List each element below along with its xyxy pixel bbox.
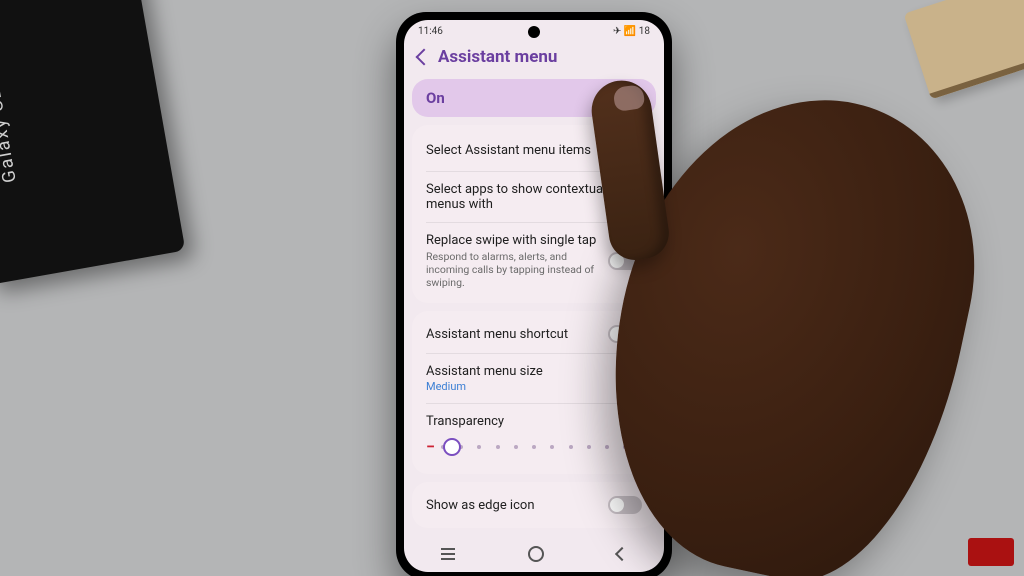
watermark-logo bbox=[968, 538, 1014, 566]
master-toggle-label: On bbox=[426, 89, 445, 107]
page-title: Assistant menu bbox=[438, 47, 557, 67]
shortcut-label: Assistant menu shortcut bbox=[426, 327, 608, 342]
navigation-bar bbox=[404, 536, 664, 572]
page-header: Assistant menu bbox=[404, 37, 664, 79]
status-time: 11:46 bbox=[418, 26, 443, 37]
recents-button[interactable] bbox=[441, 553, 455, 555]
wooden-block bbox=[904, 0, 1024, 99]
status-right: ✈ 📶 18 bbox=[613, 26, 650, 37]
edge-icon-toggle[interactable] bbox=[608, 496, 642, 514]
settings-group-3: Show as edge icon bbox=[412, 482, 656, 528]
punch-hole-camera bbox=[528, 26, 540, 38]
replace-swipe-desc: Respond to alarms, alerts, and incoming … bbox=[426, 250, 598, 289]
home-button[interactable] bbox=[528, 546, 544, 562]
slider-knob[interactable] bbox=[443, 438, 461, 456]
back-icon[interactable] bbox=[416, 49, 433, 66]
transparency-slider-row: − + bbox=[412, 431, 656, 470]
slider-decrease-button[interactable]: − bbox=[426, 437, 435, 456]
replace-swipe-label: Replace swipe with single tap bbox=[426, 233, 598, 248]
nav-back-button[interactable] bbox=[615, 547, 629, 561]
edge-icon-row[interactable]: Show as edge icon bbox=[412, 486, 656, 524]
menu-size-value: Medium bbox=[426, 380, 642, 393]
status-battery: 18 bbox=[639, 26, 650, 37]
select-menu-items-label: Select Assistant menu items bbox=[426, 143, 620, 158]
transparency-label: Transparency bbox=[426, 414, 642, 429]
menu-size-label: Assistant menu size bbox=[426, 364, 642, 379]
transparency-slider[interactable] bbox=[441, 445, 627, 449]
edge-icon-label: Show as edge icon bbox=[426, 498, 608, 513]
